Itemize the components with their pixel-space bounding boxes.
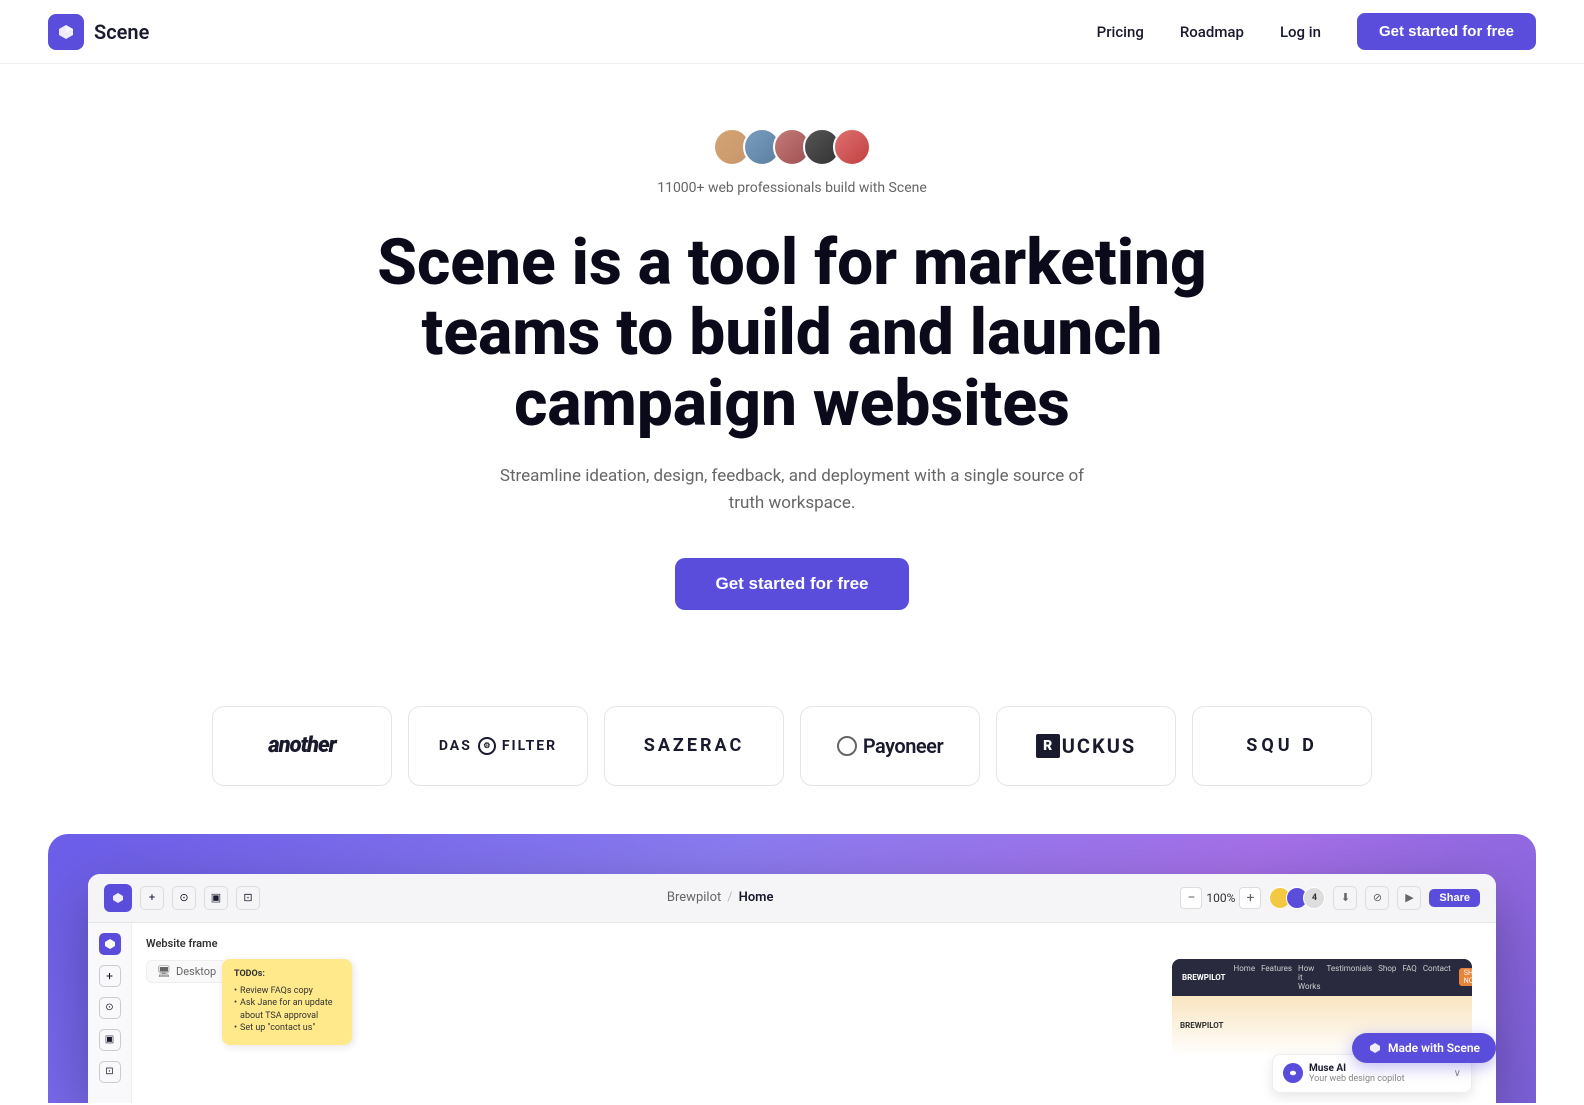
made-with-badge: Made with Scene <box>1352 1033 1496 1063</box>
zoom-plus-button[interactable]: + <box>1239 887 1261 909</box>
ruckus-icon: R <box>1036 734 1060 758</box>
brewpilot-nav-links: Home Features How it Works Testimonials … <box>1234 964 1451 991</box>
sidebar-image-icon[interactable]: ▣ <box>99 1029 121 1051</box>
hero-subtitle: Streamline ideation, design, feedback, a… <box>492 463 1092 517</box>
todo-item-3: •Set up "contact us" <box>234 1022 340 1035</box>
avatar-group <box>713 128 871 166</box>
product-section: + ⊙ ▣ ⊡ Brewpilot / Home − 100% + 4 <box>48 834 1536 1103</box>
logo-card-payoneer: Payoneer <box>800 706 980 786</box>
toolbar-image-icon[interactable]: ▣ <box>204 886 228 910</box>
logo-card-squd: SQU D <box>1192 706 1372 786</box>
breadcrumb-separator: / <box>727 890 732 905</box>
nav-links: Pricing Roadmap Log in Get started for f… <box>1097 13 1536 50</box>
brewpilot-nav: BREWPILOT Home Features How it Works Tes… <box>1172 959 1472 996</box>
breadcrumb-pre: Brewpilot <box>667 890 721 905</box>
toolbar-breadcrumb: Brewpilot / Home <box>667 890 774 905</box>
logo-payoneer-text: Payoneer <box>863 734 943 758</box>
logo-card-sazerac: SAZERAC <box>604 706 784 786</box>
muse-title-area: Muse AI Your web design copilot <box>1309 1063 1405 1084</box>
sidebar-logo-icon[interactable] <box>99 933 121 955</box>
sidebar-comment-icon[interactable]: ⊡ <box>99 1061 121 1083</box>
nav-roadmap[interactable]: Roadmap <box>1180 23 1244 41</box>
zoom-minus-button[interactable]: − <box>1180 887 1202 909</box>
logo[interactable]: Scene <box>48 14 149 50</box>
product-window: + ⊙ ▣ ⊡ Brewpilot / Home − 100% + 4 <box>88 874 1496 1103</box>
logo-text: Scene <box>94 20 149 44</box>
navbar: Scene Pricing Roadmap Log in Get started… <box>0 0 1584 64</box>
logo-card-dasfilter: DAS ⚙ FILTER <box>408 706 588 786</box>
brewpilot-logo: BREWPILOT <box>1182 973 1226 982</box>
window-main-area: Website frame 🖥 Desktop 📱 Tablet TODOs: <box>132 923 1496 1103</box>
muse-chevron-icon[interactable]: ∨ <box>1454 1068 1461 1079</box>
toolbar-logo-icon <box>104 884 132 912</box>
frame-label: Website frame <box>146 937 1482 950</box>
made-with-label: Made with Scene <box>1388 1041 1480 1055</box>
logo-card-ruckus: R UCKUS <box>996 706 1176 786</box>
window-sidebar: + ⊙ ▣ ⊡ <box>88 923 132 1103</box>
toolbar-play-icon[interactable]: ▶ <box>1397 886 1421 910</box>
toolbar-download-icon[interactable]: ⬇ <box>1333 886 1357 910</box>
avatar <box>833 128 871 166</box>
desktop-tab[interactable]: 🖥 Desktop <box>146 960 227 983</box>
bp-shop-button[interactable]: SHOP NOW <box>1459 968 1472 986</box>
muse-header: Muse AI Your web design copilot ∨ <box>1283 1063 1461 1084</box>
breadcrumb-active: Home <box>739 890 774 905</box>
logo-filter-text: FILTER <box>502 738 557 754</box>
logo-ruckus-text: UCKUS <box>1062 734 1136 758</box>
toolbar-add-icon[interactable]: + <box>140 886 164 910</box>
todo-title: TODOs: <box>234 969 340 979</box>
logos-section: another DAS ⚙ FILTER SAZERAC Payoneer R … <box>0 658 1584 786</box>
desktop-tab-label: Desktop <box>176 965 216 978</box>
collab-count: 4 <box>1303 887 1325 909</box>
zoom-controls: − 100% + <box>1180 887 1261 909</box>
payoneer-icon <box>837 736 857 756</box>
social-proof-text: 11000+ web professionals build with Scen… <box>657 180 927 196</box>
dasfilter-icon: ⚙ <box>478 737 496 755</box>
hero-cta-button[interactable]: Get started for free <box>675 558 908 610</box>
logo-ruckus: R UCKUS <box>1036 734 1136 758</box>
hero-section: 11000+ web professionals build with Scen… <box>0 64 1584 658</box>
nav-cta-button[interactable]: Get started for free <box>1357 13 1536 50</box>
hero-title: Scene is a tool for marketing teams to b… <box>342 228 1242 439</box>
nav-pricing[interactable]: Pricing <box>1097 23 1144 41</box>
toolbar-right: − 100% + 4 ⬇ ⊘ ▶ Share <box>1180 886 1480 910</box>
todo-item-2: •Ask Jane for an update about TSA approv… <box>234 997 340 1022</box>
toolbar-cursor-icon[interactable]: ⊙ <box>172 886 196 910</box>
collab-avatars: 4 <box>1269 887 1325 909</box>
zoom-value: 100% <box>1206 891 1235 905</box>
logo-dasfilter-text: DAS <box>439 738 472 754</box>
sidebar-clock-icon[interactable]: ⊙ <box>99 997 121 1019</box>
todo-item-1: •Review FAQs copy <box>234 985 340 998</box>
toolbar-link-icon[interactable]: ⊘ <box>1365 886 1389 910</box>
muse-title: Muse AI <box>1309 1063 1405 1074</box>
logo-dasfilter: DAS ⚙ FILTER <box>439 737 557 755</box>
muse-subtitle: Your web design copilot <box>1309 1074 1405 1084</box>
window-toolbar: + ⊙ ▣ ⊡ Brewpilot / Home − 100% + 4 <box>88 874 1496 923</box>
logo-payoneer: Payoneer <box>837 734 943 758</box>
toolbar-text-icon[interactable]: ⊡ <box>236 886 260 910</box>
logo-another: another <box>268 733 335 758</box>
logo-sazerac: SAZERAC <box>644 735 744 756</box>
todo-card: TODOs: •Review FAQs copy •Ask Jane for a… <box>222 959 352 1045</box>
share-button[interactable]: Share <box>1429 889 1480 907</box>
logo-squd: SQU D <box>1246 735 1318 756</box>
toolbar-left: + ⊙ ▣ ⊡ <box>104 884 260 912</box>
sidebar-add-icon[interactable]: + <box>99 965 121 987</box>
logo-icon <box>48 14 84 50</box>
logo-card-another: another <box>212 706 392 786</box>
desktop-icon: 🖥 <box>157 965 171 978</box>
window-content: + ⊙ ▣ ⊡ Website frame 🖥 Desktop 📱 Tablet <box>88 923 1496 1103</box>
muse-icon <box>1283 1063 1303 1083</box>
nav-login[interactable]: Log in <box>1280 23 1321 41</box>
